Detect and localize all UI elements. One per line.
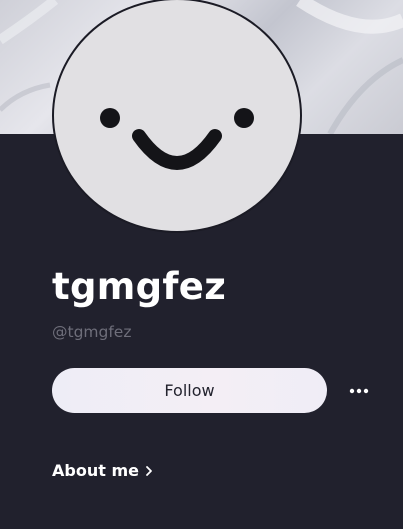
smiley-face-icon: [100, 108, 254, 170]
more-horizontal-icon: [349, 388, 369, 394]
about-me-label: About me: [52, 461, 139, 480]
follow-button[interactable]: Follow: [52, 368, 327, 413]
username-handle: @tgmgfez: [52, 323, 132, 341]
display-name: tgmgfez: [52, 265, 227, 308]
follow-button-label: Follow: [164, 381, 215, 400]
chevron-right-icon: [146, 466, 152, 476]
avatar[interactable]: [52, 0, 302, 233]
about-me-link[interactable]: About me: [52, 463, 153, 479]
more-options-button[interactable]: [345, 378, 373, 404]
